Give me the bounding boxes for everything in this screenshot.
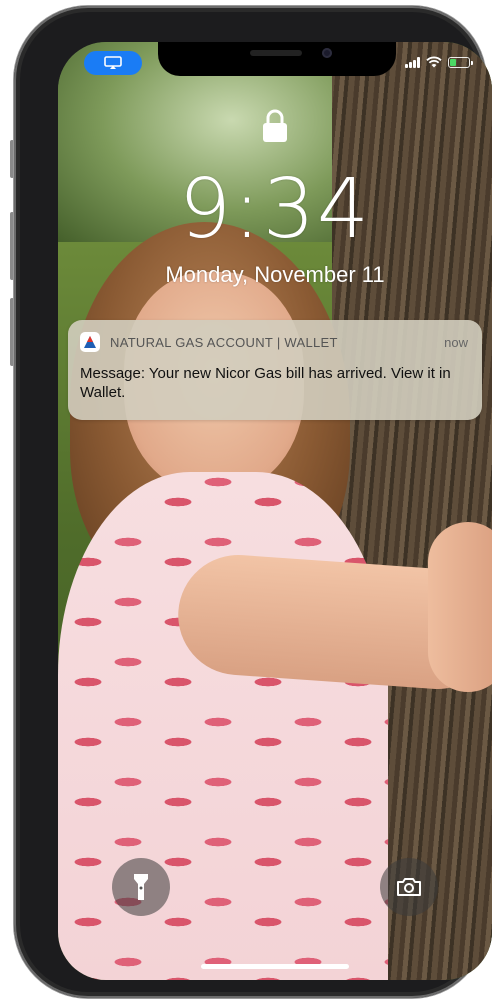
cellular-signal-icon [405, 56, 420, 68]
wifi-icon [426, 56, 442, 68]
speaker [250, 50, 302, 56]
notification-card[interactable]: NATURAL GAS ACCOUNT | WALLET now Message… [68, 320, 482, 420]
lock-date: Monday, November 11 [165, 262, 385, 287]
lock-icon [263, 109, 287, 142]
screen-mirroring-icon [104, 56, 122, 69]
screen-mirroring-indicator[interactable] [84, 51, 142, 75]
lock-screen: 9:34 Monday, November 11 NATURAL GAS ACC… [58, 42, 492, 980]
flashlight-button[interactable] [112, 858, 170, 916]
dress [58, 472, 388, 980]
battery-level [450, 58, 456, 66]
natural-gas-app-icon [80, 332, 100, 352]
notch [158, 42, 396, 76]
front-camera [322, 48, 332, 58]
home-indicator[interactable] [201, 964, 349, 969]
lock-indicator [58, 108, 492, 144]
notification-time: now [444, 334, 468, 350]
phone-frame: 9:34 Monday, November 11 NATURAL GAS ACC… [14, 6, 492, 998]
camera-button[interactable] [380, 858, 438, 916]
status-bar [58, 42, 492, 86]
notification-app-name: NATURAL GAS ACCOUNT | WALLET [110, 334, 338, 350]
flashlight-icon [134, 874, 148, 900]
battery-charging-icon [448, 56, 473, 68]
camera-icon [397, 878, 421, 896]
lock-time: 9:34 [178, 162, 372, 257]
notification-message: Message: Your new Nicor Gas bill has arr… [80, 365, 451, 401]
